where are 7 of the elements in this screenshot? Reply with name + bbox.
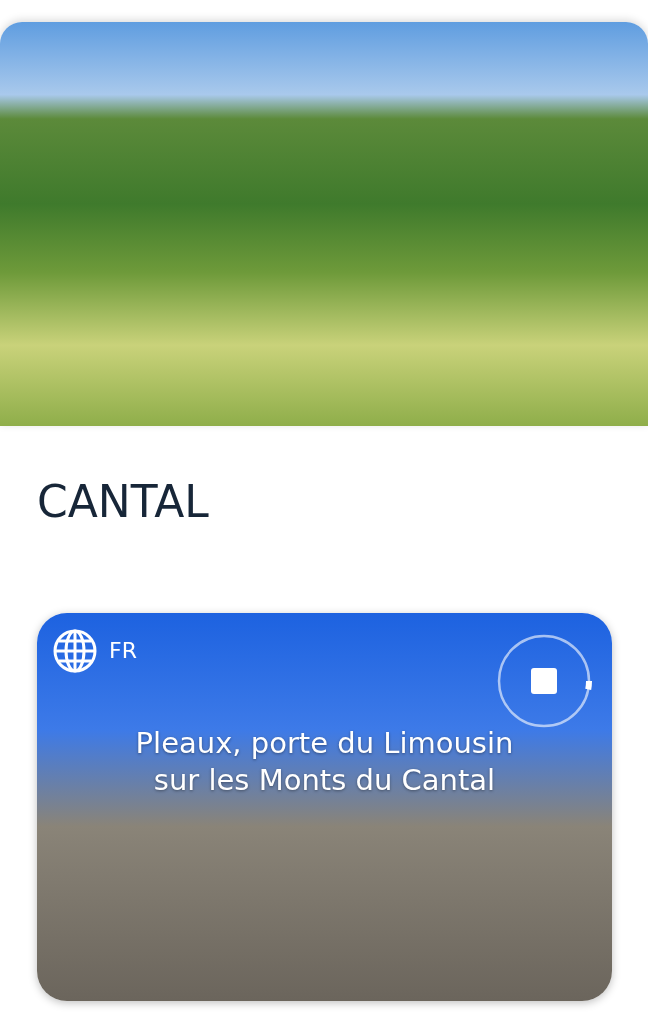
stop-button[interactable]	[496, 632, 592, 729]
language-code[interactable]: FR	[109, 638, 137, 664]
tour-card[interactable]: FR Pleaux, porte du Limousin sur les Monts du Cantal	[37, 612, 612, 1001]
region-heading: CANTAL	[37, 476, 210, 529]
stop-icon	[531, 667, 557, 694]
tour-title: Pleaux, porte du Limousin sur les Monts du Cantal	[134, 724, 515, 800]
globe-icon[interactable]	[53, 628, 97, 673]
